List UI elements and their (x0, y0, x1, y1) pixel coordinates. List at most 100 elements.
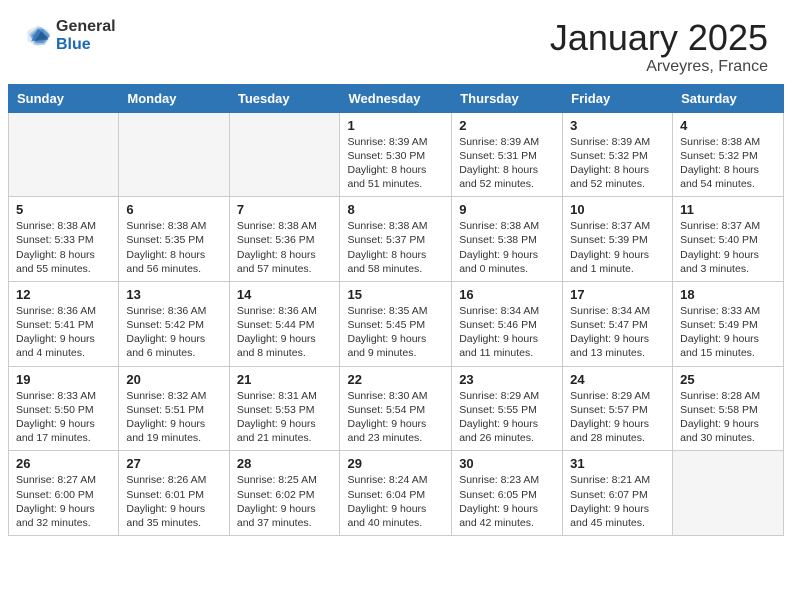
calendar-day-cell: 2 Sunrise: 8:39 AM Sunset: 5:31 PM Daylig… (452, 112, 563, 197)
calendar-day-cell: 20 Sunrise: 8:32 AM Sunset: 5:51 PM Dayli… (119, 366, 229, 451)
month-year: January 2025 (550, 18, 768, 58)
day-info: Sunrise: 8:39 AM Sunset: 5:31 PM Dayligh… (459, 135, 555, 192)
day-info: Sunrise: 8:33 AM Sunset: 5:49 PM Dayligh… (680, 304, 776, 361)
day-number: 19 (16, 372, 111, 387)
calendar-day-cell: 23 Sunrise: 8:29 AM Sunset: 5:55 PM Dayli… (452, 366, 563, 451)
day-info: Sunrise: 8:38 AM Sunset: 5:38 PM Dayligh… (459, 219, 555, 276)
day-info: Sunrise: 8:23 AM Sunset: 6:05 PM Dayligh… (459, 473, 555, 530)
calendar-week-row: 5 Sunrise: 8:38 AM Sunset: 5:33 PM Daylig… (9, 197, 784, 282)
day-info: Sunrise: 8:36 AM Sunset: 5:41 PM Dayligh… (16, 304, 111, 361)
day-info: Sunrise: 8:21 AM Sunset: 6:07 PM Dayligh… (570, 473, 665, 530)
day-info: Sunrise: 8:29 AM Sunset: 5:57 PM Dayligh… (570, 389, 665, 446)
day-info: Sunrise: 8:30 AM Sunset: 5:54 PM Dayligh… (347, 389, 444, 446)
title-block: January 2025 Arveyres, France (550, 18, 768, 76)
day-info: Sunrise: 8:36 AM Sunset: 5:42 PM Dayligh… (126, 304, 221, 361)
day-info: Sunrise: 8:37 AM Sunset: 5:39 PM Dayligh… (570, 219, 665, 276)
day-number: 17 (570, 287, 665, 302)
day-number: 10 (570, 202, 665, 217)
calendar-day-cell: 11 Sunrise: 8:37 AM Sunset: 5:40 PM Dayli… (673, 197, 784, 282)
calendar-day-cell: 27 Sunrise: 8:26 AM Sunset: 6:01 PM Dayli… (119, 451, 229, 536)
calendar-wrap: SundayMondayTuesdayWednesdayThursdayFrid… (0, 84, 792, 544)
day-number: 30 (459, 456, 555, 471)
day-number: 21 (237, 372, 333, 387)
calendar-week-row: 1Sunrise: 8:39 AM Sunset: 5:30 PM Daylig… (9, 112, 784, 197)
day-info: Sunrise: 8:28 AM Sunset: 5:58 PM Dayligh… (680, 389, 776, 446)
calendar-day-header: Friday (563, 84, 673, 112)
day-number: 27 (126, 456, 221, 471)
calendar-day-cell: 22 Sunrise: 8:30 AM Sunset: 5:54 PM Dayli… (340, 366, 452, 451)
calendar-day-cell: 13 Sunrise: 8:36 AM Sunset: 5:42 PM Dayli… (119, 281, 229, 366)
calendar-day-header: Wednesday (340, 84, 452, 112)
calendar-week-row: 12 Sunrise: 8:36 AM Sunset: 5:41 PM Dayli… (9, 281, 784, 366)
day-number: 23 (459, 372, 555, 387)
day-info: Sunrise: 8:26 AM Sunset: 6:01 PM Dayligh… (126, 473, 221, 530)
day-info: Sunrise: 8:24 AM Sunset: 6:04 PM Dayligh… (347, 473, 444, 530)
day-number: 5 (16, 202, 111, 217)
calendar-day-cell: 26Sunrise: 8:27 AM Sunset: 6:00 PM Dayli… (9, 451, 119, 536)
calendar-day-cell: 21Sunrise: 8:31 AM Sunset: 5:53 PM Dayli… (229, 366, 340, 451)
calendar-day-cell: 18Sunrise: 8:33 AM Sunset: 5:49 PM Dayli… (673, 281, 784, 366)
day-number: 4 (680, 118, 776, 133)
calendar-day-header: Tuesday (229, 84, 340, 112)
calendar-day-cell: 3 Sunrise: 8:39 AM Sunset: 5:32 PM Daylig… (563, 112, 673, 197)
calendar-day-cell: 28Sunrise: 8:25 AM Sunset: 6:02 PM Dayli… (229, 451, 340, 536)
day-info: Sunrise: 8:25 AM Sunset: 6:02 PM Dayligh… (237, 473, 333, 530)
calendar-day-header: Thursday (452, 84, 563, 112)
day-number: 6 (126, 202, 221, 217)
logo-text: General Blue (56, 18, 116, 53)
day-info: Sunrise: 8:36 AM Sunset: 5:44 PM Dayligh… (237, 304, 333, 361)
calendar-day-cell: 14 Sunrise: 8:36 AM Sunset: 5:44 PM Dayli… (229, 281, 340, 366)
day-info: Sunrise: 8:37 AM Sunset: 5:40 PM Dayligh… (680, 219, 776, 276)
logo-icon (24, 22, 52, 50)
day-info: Sunrise: 8:39 AM Sunset: 5:30 PM Dayligh… (347, 135, 444, 192)
day-number: 24 (570, 372, 665, 387)
header: General Blue January 2025 Arveyres, Fran… (0, 0, 792, 84)
calendar-day-cell: 25 Sunrise: 8:28 AM Sunset: 5:58 PM Dayli… (673, 366, 784, 451)
day-info: Sunrise: 8:34 AM Sunset: 5:46 PM Dayligh… (459, 304, 555, 361)
day-number: 9 (459, 202, 555, 217)
calendar-week-row: 26Sunrise: 8:27 AM Sunset: 6:00 PM Dayli… (9, 451, 784, 536)
logo-blue-text: Blue (56, 36, 116, 54)
day-info: Sunrise: 8:38 AM Sunset: 5:35 PM Dayligh… (126, 219, 221, 276)
day-info: Sunrise: 8:39 AM Sunset: 5:32 PM Dayligh… (570, 135, 665, 192)
day-number: 12 (16, 287, 111, 302)
day-info: Sunrise: 8:38 AM Sunset: 5:33 PM Dayligh… (16, 219, 111, 276)
day-info: Sunrise: 8:32 AM Sunset: 5:51 PM Dayligh… (126, 389, 221, 446)
day-number: 20 (126, 372, 221, 387)
day-number: 25 (680, 372, 776, 387)
calendar-day-header: Sunday (9, 84, 119, 112)
day-number: 13 (126, 287, 221, 302)
day-number: 11 (680, 202, 776, 217)
calendar-day-cell (119, 112, 229, 197)
location: Arveyres, France (550, 58, 768, 76)
day-info: Sunrise: 8:38 AM Sunset: 5:36 PM Dayligh… (237, 219, 333, 276)
day-info: Sunrise: 8:33 AM Sunset: 5:50 PM Dayligh… (16, 389, 111, 446)
logo: General Blue (24, 18, 116, 53)
day-number: 14 (237, 287, 333, 302)
calendar-day-cell: 1Sunrise: 8:39 AM Sunset: 5:30 PM Daylig… (340, 112, 452, 197)
calendar-day-cell: 6 Sunrise: 8:38 AM Sunset: 5:35 PM Daylig… (119, 197, 229, 282)
day-number: 29 (347, 456, 444, 471)
calendar-day-cell: 24 Sunrise: 8:29 AM Sunset: 5:57 PM Dayli… (563, 366, 673, 451)
day-number: 2 (459, 118, 555, 133)
calendar-day-cell: 12 Sunrise: 8:36 AM Sunset: 5:41 PM Dayli… (9, 281, 119, 366)
day-info: Sunrise: 8:29 AM Sunset: 5:55 PM Dayligh… (459, 389, 555, 446)
day-number: 31 (570, 456, 665, 471)
calendar-day-cell (9, 112, 119, 197)
calendar-header-row: SundayMondayTuesdayWednesdayThursdayFrid… (9, 84, 784, 112)
day-info: Sunrise: 8:38 AM Sunset: 5:37 PM Dayligh… (347, 219, 444, 276)
calendar-day-cell: 8 Sunrise: 8:38 AM Sunset: 5:37 PM Daylig… (340, 197, 452, 282)
calendar-day-cell: 5 Sunrise: 8:38 AM Sunset: 5:33 PM Daylig… (9, 197, 119, 282)
day-info: Sunrise: 8:34 AM Sunset: 5:47 PM Dayligh… (570, 304, 665, 361)
calendar-day-cell: 9 Sunrise: 8:38 AM Sunset: 5:38 PM Daylig… (452, 197, 563, 282)
calendar-table: SundayMondayTuesdayWednesdayThursdayFrid… (8, 84, 784, 536)
day-number: 22 (347, 372, 444, 387)
calendar-day-cell: 17 Sunrise: 8:34 AM Sunset: 5:47 PM Dayli… (563, 281, 673, 366)
calendar-day-cell: 29 Sunrise: 8:24 AM Sunset: 6:04 PM Dayli… (340, 451, 452, 536)
calendar-day-cell: 15Sunrise: 8:35 AM Sunset: 5:45 PM Dayli… (340, 281, 452, 366)
calendar-day-cell: 4Sunrise: 8:38 AM Sunset: 5:32 PM Daylig… (673, 112, 784, 197)
day-number: 8 (347, 202, 444, 217)
calendar-day-cell: 7Sunrise: 8:38 AM Sunset: 5:36 PM Daylig… (229, 197, 340, 282)
day-number: 3 (570, 118, 665, 133)
day-info: Sunrise: 8:35 AM Sunset: 5:45 PM Dayligh… (347, 304, 444, 361)
